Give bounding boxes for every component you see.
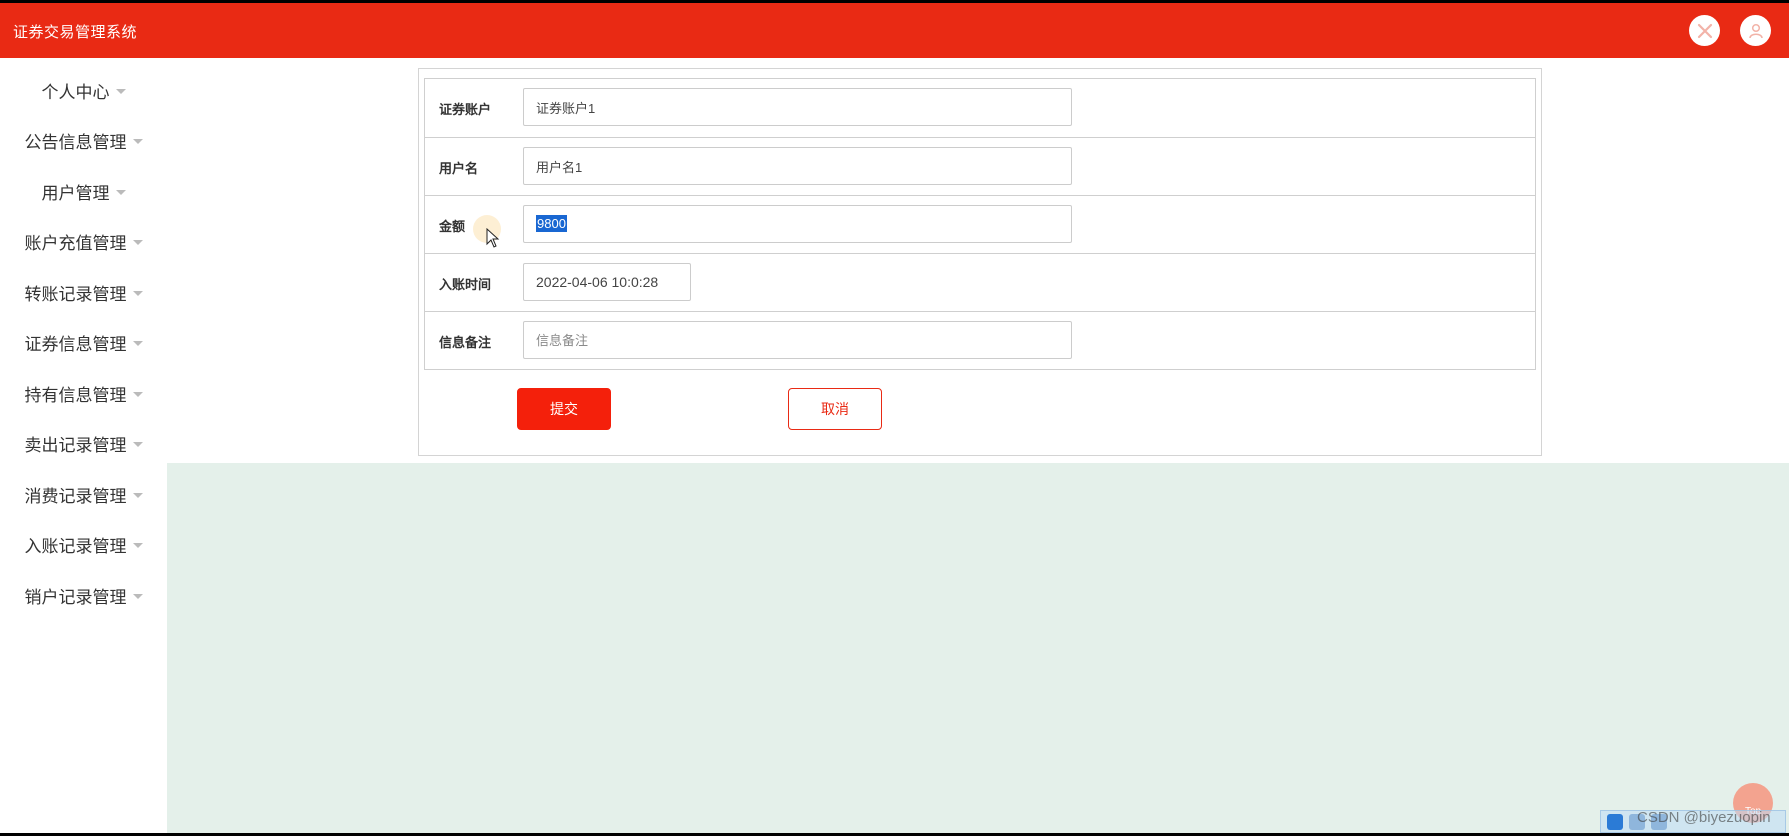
form-row-username: 用户名 [425, 137, 1535, 195]
form-row-amount: 金额 9800 [425, 195, 1535, 253]
search-icon [1607, 813, 1623, 830]
caret-down-icon [132, 441, 143, 447]
field-label: 金额 [439, 219, 466, 234]
sidebar-item-announcement-management[interactable]: 公告信息管理 [0, 120, 167, 160]
caret-down-icon [132, 593, 143, 599]
sidebar-item-label: 账户充值管理 [24, 233, 127, 253]
app-icon [1651, 813, 1667, 830]
sidebar-item-label: 用户管理 [41, 183, 110, 203]
sidebar-item-label: 持有信息管理 [24, 385, 127, 405]
sidebar-item-account-closure-records[interactable]: 销户记录管理 [0, 575, 167, 615]
sidebar-item-label: 卖出记录管理 [24, 435, 127, 455]
sidebar-item-recharge-management[interactable]: 账户充值管理 [0, 221, 167, 261]
username-input[interactable] [523, 147, 1072, 185]
sidebar-item-user-management[interactable]: 用户管理 [0, 171, 167, 211]
sidebar-menu: 个人中心 公告信息管理 用户管理 账户充值管理 转账记录管理 证券信息管理 持有… [0, 58, 167, 833]
form-row-securities-account: 证券账户 [425, 79, 1535, 137]
app-title: 证券交易管理系统 [13, 24, 138, 41]
sidebar-item-transfer-records[interactable]: 转账记录管理 [0, 272, 167, 312]
sidebar-item-securities-info[interactable]: 证券信息管理 [0, 322, 167, 362]
sidebar-item-label: 证券信息管理 [24, 334, 127, 354]
caret-down-icon [132, 492, 143, 498]
sidebar-item-label: 转账记录管理 [24, 284, 127, 304]
caret-down-icon [132, 290, 143, 296]
system-tray [1600, 810, 1786, 833]
top-header: 证券交易管理系统 [0, 3, 1789, 58]
sidebar-item-personal-center[interactable]: 个人中心 [0, 70, 167, 110]
sidebar-item-label: 个人中心 [41, 82, 110, 102]
remarks-input[interactable] [523, 321, 1072, 359]
fullscreen-icon[interactable] [1689, 15, 1720, 46]
income-record-form: 证券账户 用户名 金额 9800 入账时间 信息备注 提交 取消 [418, 68, 1542, 456]
user-icon[interactable] [1740, 15, 1771, 46]
sidebar-item-consumption-records[interactable]: 消费记录管理 [0, 474, 167, 514]
amount-input[interactable] [523, 205, 1072, 243]
sidebar-item-label: 消费记录管理 [24, 486, 127, 506]
sidebar-item-income-records[interactable]: 入账记录管理 [0, 524, 167, 564]
caret-down-icon [132, 542, 143, 548]
securities-account-input[interactable] [523, 88, 1072, 126]
caret-down-icon [115, 189, 126, 195]
caret-down-icon [132, 239, 143, 245]
caret-down-icon [132, 391, 143, 397]
caret-down-icon [132, 340, 143, 346]
sidebar-item-label: 公告信息管理 [24, 132, 127, 152]
form-row-income-time: 入账时间 [425, 253, 1535, 311]
app-icon [1629, 813, 1645, 830]
form-row-remarks: 信息备注 [425, 311, 1535, 369]
caret-down-icon [115, 88, 126, 94]
content-background [167, 463, 1789, 833]
submit-button[interactable]: 提交 [517, 388, 611, 430]
field-label: 证券账户 [439, 102, 492, 117]
app-screen: 证券交易管理系统 个人中心 公告信息管理 用户管理 账户充值管理 转账记录管理 … [0, 3, 1789, 833]
field-label: 信息备注 [439, 335, 492, 350]
form-table: 证券账户 用户名 金额 9800 入账时间 信息备注 [424, 78, 1536, 370]
field-label: 用户名 [439, 161, 479, 176]
field-label: 入账时间 [439, 277, 492, 292]
caret-down-icon [132, 138, 143, 144]
sidebar-item-label: 入账记录管理 [24, 536, 127, 556]
cancel-button[interactable]: 取消 [788, 388, 882, 430]
income-time-input[interactable] [523, 263, 691, 301]
sidebar-item-sell-records[interactable]: 卖出记录管理 [0, 423, 167, 463]
sidebar-item-holdings-info[interactable]: 持有信息管理 [0, 373, 167, 413]
sidebar-item-label: 销户记录管理 [24, 587, 127, 607]
